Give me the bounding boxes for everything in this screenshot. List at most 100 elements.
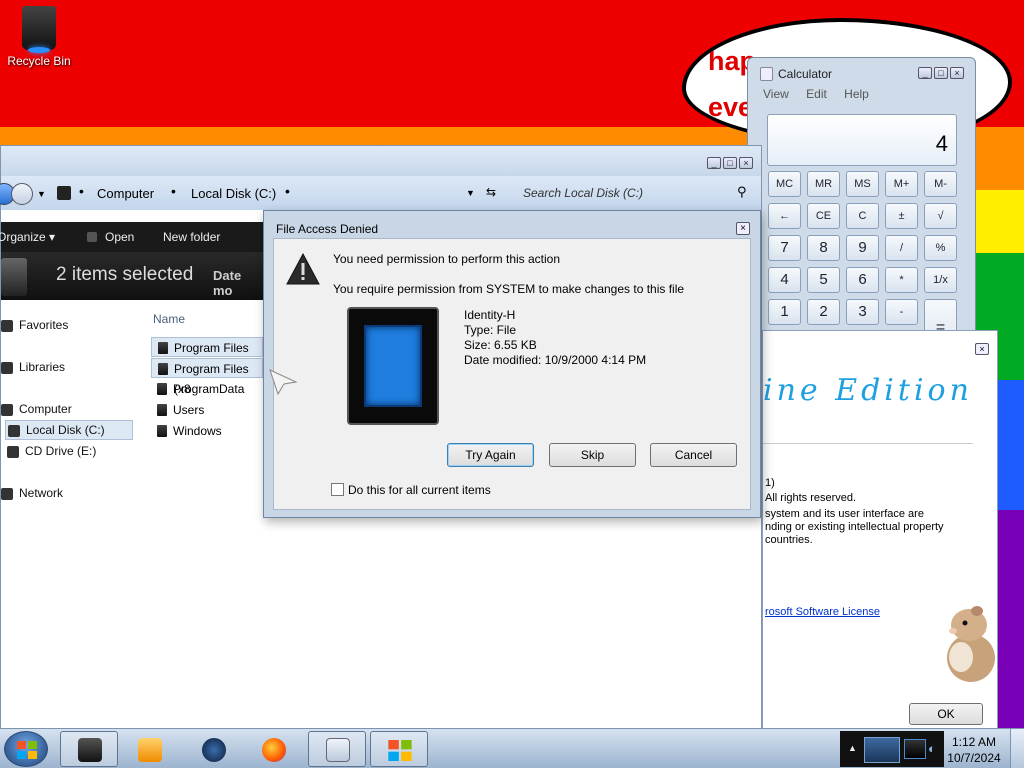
about-window[interactable]: × ine Edition 1) All rights reserved. sy… xyxy=(762,330,998,730)
calc-key[interactable]: % xyxy=(924,235,957,261)
calc-key[interactable]: 9 xyxy=(846,235,879,261)
cancel-button[interactable]: Cancel xyxy=(650,443,737,467)
close-button[interactable]: × xyxy=(736,222,750,235)
calc-key[interactable]: / xyxy=(885,235,918,261)
nav-computer[interactable]: Computer xyxy=(1,402,72,416)
taskbar-media-player[interactable] xyxy=(120,731,178,767)
calc-key[interactable]: 8 xyxy=(807,235,840,261)
volume-icon[interactable]: ◐ xyxy=(928,741,936,756)
menu-view[interactable]: View xyxy=(763,87,789,101)
selection-thumbnail-icon xyxy=(1,258,27,296)
organize-button[interactable]: Organize ▾ xyxy=(0,230,55,244)
about-line: countries. xyxy=(765,534,813,546)
address-dropdown-icon[interactable]: ▼ xyxy=(466,188,475,198)
nav-local-disk[interactable]: Local Disk (C:) xyxy=(5,420,133,440)
calc-key[interactable]: 5 xyxy=(807,267,840,293)
divider xyxy=(763,443,973,444)
breadcrumb-local-disk[interactable]: Local Disk (C:) xyxy=(191,186,276,201)
file-row[interactable]: Program Files xyxy=(151,337,263,357)
close-button[interactable]: × xyxy=(739,157,753,169)
folder-icon xyxy=(78,738,102,762)
calc-key[interactable]: MR xyxy=(807,171,840,197)
file-row[interactable]: Users xyxy=(151,400,263,420)
open-button[interactable]: Open xyxy=(105,230,134,244)
menu-edit[interactable]: Edit xyxy=(806,87,827,101)
calc-key[interactable]: C xyxy=(846,203,879,229)
menu-help[interactable]: Help xyxy=(844,87,869,101)
calc-key[interactable]: - xyxy=(885,299,918,325)
try-again-button[interactable]: Try Again xyxy=(447,443,534,467)
nav-libraries[interactable]: Libraries xyxy=(1,360,65,374)
date-modified-label: Date mo xyxy=(213,268,242,298)
column-header-name[interactable]: Name xyxy=(153,312,185,326)
minimize-button[interactable]: _ xyxy=(707,157,721,169)
file-row[interactable]: Windows xyxy=(151,421,263,441)
ok-button[interactable]: OK xyxy=(909,703,983,725)
calculator-window[interactable]: Calculator _ □ × View Edit Help 4 MC MR MS… xyxy=(747,57,976,357)
recycle-bin-icon[interactable]: Recycle Bin xyxy=(6,6,72,68)
calc-key[interactable]: M+ xyxy=(885,171,918,197)
calc-key[interactable]: 3 xyxy=(846,299,879,325)
drive-icon xyxy=(8,424,20,437)
calc-key[interactable]: MC xyxy=(768,171,801,197)
calc-key[interactable]: ← xyxy=(768,203,801,229)
calc-key[interactable]: 1 xyxy=(768,299,801,325)
new-folder-button[interactable]: New folder xyxy=(163,230,220,244)
nav-cd-drive-label: CD Drive (E:) xyxy=(25,444,97,458)
explorer-titlebar[interactable] xyxy=(1,146,761,176)
taskbar-globe[interactable] xyxy=(184,731,242,767)
calc-key[interactable]: ± xyxy=(885,203,918,229)
breadcrumb-computer[interactable]: Computer xyxy=(97,186,154,201)
apply-all-label: Do this for all current items xyxy=(348,483,491,497)
maximize-button[interactable]: □ xyxy=(934,67,948,79)
taskbar-firefox[interactable] xyxy=(244,731,302,767)
hamster-image xyxy=(939,603,997,683)
calc-key[interactable]: 1/x xyxy=(924,267,957,293)
close-button[interactable]: × xyxy=(975,343,989,355)
calc-key[interactable]: * xyxy=(885,267,918,293)
calc-key[interactable]: 4 xyxy=(768,267,801,293)
file-row[interactable]: Program Files (x8 xyxy=(151,358,263,396)
refresh-icon[interactable]: ⇆ xyxy=(486,185,496,199)
calc-key[interactable]: 6 xyxy=(846,267,879,293)
maximize-button[interactable]: □ xyxy=(723,157,737,169)
license-link[interactable]: rosoft Software License xyxy=(765,606,880,618)
minimize-button[interactable]: _ xyxy=(918,67,932,79)
about-line: nding or existing intellectual property xyxy=(765,521,944,533)
file-row[interactable]: ProgramData xyxy=(151,379,263,399)
search-icon[interactable]: ⚲ xyxy=(737,184,747,200)
nav-cd-drive[interactable]: CD Drive (E:) xyxy=(7,444,96,458)
calc-key[interactable]: √ xyxy=(924,203,957,229)
file-access-denied-dialog[interactable]: File Access Denied × You need permission… xyxy=(263,210,761,518)
nav-favorites[interactable]: Favorites xyxy=(1,318,68,332)
clock[interactable]: 1:12 AM 10/7/2024 xyxy=(944,731,1004,767)
nav-favorites-label: Favorites xyxy=(19,318,69,332)
calc-key[interactable]: 7 xyxy=(768,235,801,261)
show-desktop-button[interactable] xyxy=(1010,729,1024,768)
network-tray-icon[interactable] xyxy=(904,739,926,759)
start-button[interactable] xyxy=(4,731,48,767)
file-thumbnail-icon xyxy=(347,307,439,425)
show-hidden-icons-icon[interactable]: ▲ xyxy=(848,743,857,753)
nav-network[interactable]: Network xyxy=(1,486,63,500)
taskbar-explorer[interactable] xyxy=(60,731,118,767)
media-player-icon xyxy=(138,738,162,762)
calc-key[interactable]: M- xyxy=(924,171,957,197)
search-input[interactable]: Search Local Disk (C:) xyxy=(523,186,643,200)
forward-icon[interactable] xyxy=(11,183,33,205)
apply-all-checkbox[interactable] xyxy=(331,483,344,496)
calc-key[interactable]: 2 xyxy=(807,299,840,325)
firefox-icon xyxy=(262,738,286,762)
action-center-icon[interactable] xyxy=(864,737,900,763)
nav-local-disk-label: Local Disk (C:) xyxy=(26,423,105,437)
calc-key[interactable]: CE xyxy=(807,203,840,229)
skip-button[interactable]: Skip xyxy=(549,443,636,467)
calc-key[interactable]: MS xyxy=(846,171,879,197)
chevron-down-icon[interactable]: ▼ xyxy=(37,189,46,199)
nav-libraries-label: Libraries xyxy=(19,360,66,374)
globe-icon xyxy=(202,738,226,762)
taskbar-calculator[interactable] xyxy=(308,731,366,767)
taskbar-winver[interactable] xyxy=(370,731,428,767)
star-icon xyxy=(1,319,13,332)
close-button[interactable]: × xyxy=(950,67,964,79)
